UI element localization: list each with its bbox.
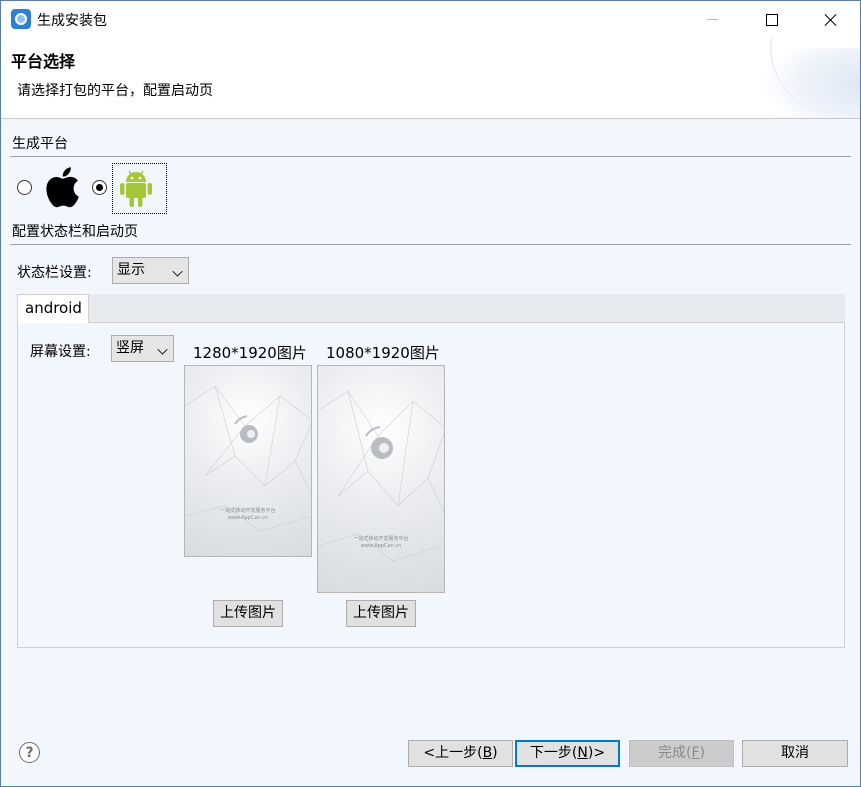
finish-button[interactable]: 完成(F) — [629, 740, 734, 767]
chevron-down-icon — [157, 344, 168, 355]
back-accelerator: B — [482, 745, 493, 761]
image-label-1280: 1280*1920图片 — [193, 344, 307, 362]
title-bar: 生成安装包 — [1, 1, 860, 38]
upload-button-1280[interactable]: 上传图片 — [213, 600, 283, 627]
next-suffix: )> — [587, 745, 606, 761]
close-button[interactable] — [808, 1, 854, 38]
tab-strip — [17, 294, 845, 322]
platform-separator — [10, 156, 851, 157]
radio-android[interactable] — [92, 180, 107, 195]
minimize-button[interactable] — [689, 1, 735, 38]
next-accelerator: N — [577, 745, 588, 761]
back-suffix: ) — [492, 745, 498, 761]
status-bar-value: 显示 — [117, 262, 145, 278]
splash-network-pattern — [185, 385, 311, 532]
upload-button-1080[interactable]: 上传图片 — [346, 600, 416, 627]
splash-network-pattern — [318, 390, 444, 562]
status-bar-select[interactable]: 显示 — [112, 257, 189, 284]
page-description: 请选择打包的平台，配置启动页 — [17, 83, 213, 99]
next-label: 下一步( — [529, 745, 578, 761]
screen-orientation-select[interactable]: 竖屏 — [111, 335, 174, 362]
android-icon — [120, 170, 152, 207]
wizard-header: 平台选择 请选择打包的平台，配置启动页 — [1, 38, 860, 119]
back-button[interactable]: <上一步(B) — [408, 740, 513, 767]
tab-android[interactable]: android — [17, 294, 89, 323]
splash-caption-2: www.AppCan.cn — [360, 543, 402, 549]
config-separator — [10, 244, 851, 245]
page-title: 平台选择 — [11, 52, 76, 71]
platform-section-label: 生成平台 — [12, 136, 68, 152]
finish-label: 完成( — [658, 745, 692, 761]
splash-caption-1: 一站式移动开发服务平台 — [220, 508, 276, 514]
maximize-icon — [766, 13, 778, 26]
finish-suffix: ) — [699, 745, 705, 761]
status-bar-label: 状态栏设置: — [17, 265, 92, 281]
help-icon[interactable]: ? — [19, 742, 40, 763]
screen-orientation-value: 竖屏 — [116, 340, 144, 356]
window-title: 生成安装包 — [37, 13, 107, 29]
apple-icon[interactable] — [44, 166, 80, 208]
splash-preview-1080: 一站式移动开发服务平台 www.AppCan.cn — [317, 365, 445, 593]
cancel-button[interactable]: 取消 — [742, 740, 848, 767]
dialog-window: 生成安装包 平台选择 请选择打包的平台，配置启动页 生成平台 配置状态栏和启动页… — [0, 0, 861, 787]
maximize-button[interactable] — [749, 1, 795, 38]
splash-caption-1: 一站式移动开发服务平台 — [353, 536, 409, 542]
finish-accelerator: F — [691, 745, 700, 761]
next-button[interactable]: 下一步(N)> — [515, 740, 620, 767]
back-label: <上一步( — [423, 745, 483, 761]
chevron-down-icon — [172, 266, 183, 277]
close-icon — [824, 13, 838, 27]
minimize-icon — [706, 19, 718, 20]
splash-caption-2: www.AppCan.cn — [227, 515, 269, 521]
screen-label: 屏幕设置: — [30, 344, 91, 360]
config-section-label: 配置状态栏和启动页 — [12, 224, 138, 240]
radio-ios[interactable] — [17, 180, 32, 195]
app-icon — [11, 9, 31, 29]
splash-preview-1280: 一站式移动开发服务平台 www.AppCan.cn — [184, 365, 312, 557]
image-label-1080: 1080*1920图片 — [326, 344, 440, 362]
